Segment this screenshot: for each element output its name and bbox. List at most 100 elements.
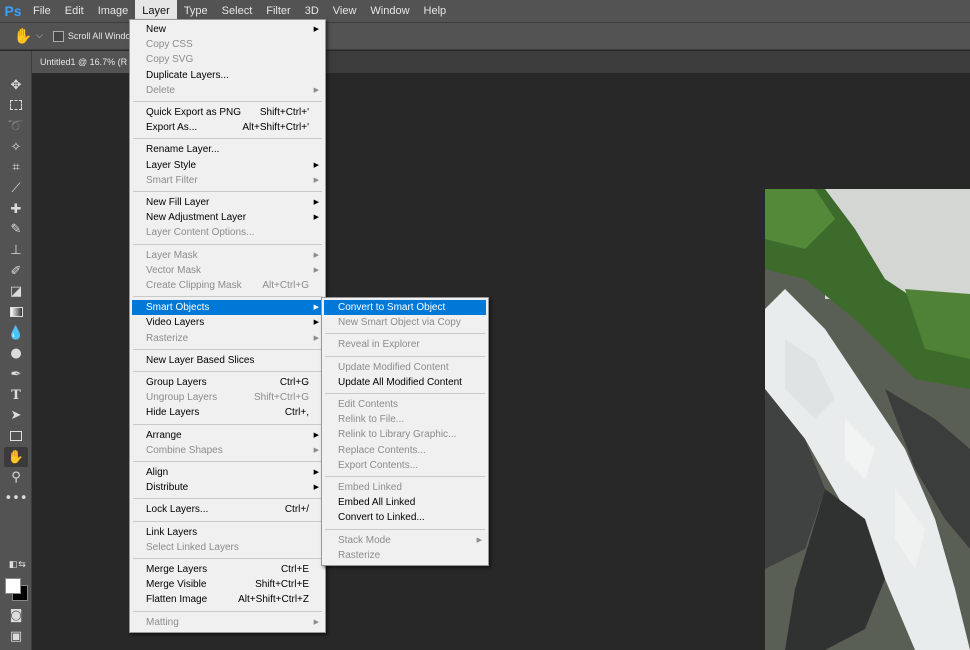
more-icon[interactable]: ••• bbox=[4, 488, 28, 508]
layer-menu-item-link-layers[interactable]: Link Layers bbox=[132, 525, 323, 540]
smart-menu-item-embed-linked[interactable]: Embed Linked bbox=[324, 480, 486, 495]
layer-menu-item-new-adjustment-layer[interactable]: New Adjustment Layer ▶ bbox=[132, 210, 323, 225]
eyedropper-icon[interactable]: ⟋ bbox=[4, 178, 28, 198]
layer-menu-item-new-fill-layer[interactable]: New Fill Layer ▶ bbox=[132, 195, 323, 210]
menu-item-label: Rasterize bbox=[338, 549, 381, 561]
layer-menu-item-layer-content-options[interactable]: Layer Content Options... bbox=[132, 225, 323, 240]
menu-file[interactable]: File bbox=[26, 0, 58, 22]
menu-window[interactable]: Window bbox=[363, 0, 416, 22]
submenu-arrow-icon: ▶ bbox=[313, 618, 319, 626]
layer-menu-item-rasterize[interactable]: Rasterize ▶ bbox=[132, 331, 323, 346]
layer-menu-item-group-layers[interactable]: Group Layers Ctrl+G bbox=[132, 375, 323, 390]
menu-item-label: Lock Layers... bbox=[146, 504, 209, 516]
layer-menu-item-merge-visible[interactable]: Merge Visible Shift+Ctrl+E bbox=[132, 577, 323, 592]
layer-menu-item-create-clipping-mask[interactable]: Create Clipping Mask Alt+Ctrl+G bbox=[132, 278, 323, 293]
blur-icon[interactable]: 💧 bbox=[4, 323, 28, 343]
stamp-icon[interactable]: ⊥ bbox=[4, 240, 28, 260]
scroll-all-windows-checkbox[interactable] bbox=[52, 30, 64, 42]
smart-menu-item-export-contents[interactable]: Export Contents... bbox=[324, 458, 486, 473]
marquee-icon[interactable] bbox=[4, 95, 28, 115]
menu-item-label: Layer Style bbox=[146, 159, 197, 171]
menu-item-label: Stack Mode bbox=[338, 534, 391, 546]
layer-menu-item-hide-layers[interactable]: Hide Layers Ctrl+, bbox=[132, 405, 323, 420]
smart-menu-item-relink-to-library-graphic[interactable]: Relink to Library Graphic... bbox=[324, 427, 486, 442]
layer-menu-item-video-layers[interactable]: Video Layers ▶ bbox=[132, 315, 323, 330]
layer-menu-item-copy-svg[interactable]: Copy SVG bbox=[132, 52, 323, 67]
menu-item-label: Relink to Library Graphic... bbox=[338, 429, 457, 441]
layer-menu-item-rename-layer[interactable]: Rename Layer... bbox=[132, 142, 323, 157]
zoom-icon[interactable]: ⚲ bbox=[4, 467, 28, 487]
hand-icon[interactable]: ✋ bbox=[10, 26, 36, 46]
layer-menu-item-merge-layers[interactable]: Merge Layers Ctrl+E bbox=[132, 562, 323, 577]
layer-menu-item-layer-mask[interactable]: Layer Mask ▶ bbox=[132, 248, 323, 263]
chevron-down-icon[interactable]: ⌵ bbox=[36, 31, 43, 41]
gradient-icon[interactable] bbox=[4, 302, 28, 322]
submenu-arrow-icon: ▶ bbox=[313, 469, 319, 476]
menu-item-label: Flatten Image bbox=[146, 594, 208, 606]
layer-menu-item-distribute[interactable]: Distribute ▶ bbox=[132, 480, 323, 495]
smart-menu-item-convert-to-linked[interactable]: Convert to Linked... bbox=[324, 510, 486, 525]
menu-edit[interactable]: Edit bbox=[58, 0, 91, 22]
smart-menu-item-rasterize[interactable]: Rasterize bbox=[324, 548, 486, 563]
layer-menu-item-matting[interactable]: Matting ▶ bbox=[132, 615, 323, 630]
layer-menu-item-export-as[interactable]: Export As... Alt+Shift+Ctrl+' bbox=[132, 120, 323, 135]
smart-menu-item-edit-contents[interactable]: Edit Contents bbox=[324, 397, 486, 412]
submenu-arrow-icon: ▶ bbox=[313, 266, 319, 274]
smart-menu-item-update-all-modified-content[interactable]: Update All Modified Content bbox=[324, 375, 486, 390]
layer-menu-item-delete[interactable]: Delete ▶ bbox=[132, 83, 323, 98]
submenu-arrow-icon: ▶ bbox=[313, 214, 319, 222]
layer-menu-item-combine-shapes[interactable]: Combine Shapes ▶ bbox=[132, 443, 323, 458]
eraser-icon[interactable]: ◪ bbox=[4, 281, 28, 301]
lasso-icon[interactable]: ➰ bbox=[4, 116, 28, 136]
layer-menu-item-flatten-image[interactable]: Flatten Image Alt+Shift+Ctrl+Z bbox=[132, 592, 323, 607]
history-brush-icon[interactable]: ✐ bbox=[4, 261, 28, 281]
type-icon[interactable]: T bbox=[4, 385, 28, 405]
layer-menu-item-ungroup-layers[interactable]: Ungroup Layers Shift+Ctrl+G bbox=[132, 390, 323, 405]
layer-menu-item-copy-css[interactable]: Copy CSS bbox=[132, 37, 323, 52]
smart-menu-item-reveal-in-explorer[interactable]: Reveal in Explorer bbox=[324, 337, 486, 352]
menu-item-label: Convert to Linked... bbox=[338, 512, 425, 524]
layer-menu-item-layer-style[interactable]: Layer Style ▶ bbox=[132, 158, 323, 173]
smart-menu-item-relink-to-file[interactable]: Relink to File... bbox=[324, 412, 486, 427]
smart-menu-item-update-modified-content[interactable]: Update Modified Content bbox=[324, 360, 486, 375]
smart-menu-item-convert-to-smart-object[interactable]: Convert to Smart Object bbox=[324, 300, 486, 315]
menu-item-label: New Smart Object via Copy bbox=[338, 317, 461, 329]
document-tab[interactable]: Untitled1 @ 16.7% (R bbox=[32, 51, 140, 73]
dodge-icon[interactable]: ● bbox=[4, 343, 28, 363]
smart-menu-item-replace-contents[interactable]: Replace Contents... bbox=[324, 443, 486, 458]
layer-menu-item-quick-export-as-png[interactable]: Quick Export as PNG Shift+Ctrl+' bbox=[132, 105, 323, 120]
pen-icon[interactable]: ✒ bbox=[4, 364, 28, 384]
layer-menu-item-smart-objects[interactable]: Smart Objects ▶ bbox=[132, 300, 323, 316]
hand-icon[interactable]: ✋ bbox=[4, 447, 28, 467]
rectangle-icon[interactable] bbox=[4, 426, 28, 446]
menu-item-shortcut: Shift+Ctrl+E bbox=[255, 579, 309, 591]
magic-wand-icon[interactable]: ✧ bbox=[4, 137, 28, 157]
quick-mask-icon[interactable] bbox=[4, 561, 28, 581]
layer-menu-item-new-layer-based-slices[interactable]: New Layer Based Slices bbox=[132, 353, 323, 368]
smart-menu-item-new-smart-object-via-copy[interactable]: New Smart Object via Copy bbox=[324, 315, 486, 330]
menu-item-label: Merge Layers bbox=[146, 564, 208, 575]
menu-item-label: Export As... bbox=[146, 122, 198, 134]
healing-icon[interactable]: ✚ bbox=[4, 199, 28, 219]
smart-menu-item-separator bbox=[325, 355, 485, 357]
path-select-icon[interactable]: ➤ bbox=[4, 405, 28, 425]
smart-menu-item-embed-all-linked[interactable]: Embed All Linked bbox=[324, 495, 486, 510]
brush-icon[interactable]: ✎ bbox=[4, 219, 28, 239]
smart-menu-item-stack-mode[interactable]: Stack Mode ▶ bbox=[324, 533, 486, 548]
layer-menu-item-smart-filter[interactable]: Smart Filter ▶ bbox=[132, 173, 323, 188]
layer-menu-item-select-linked-layers[interactable]: Select Linked Layers bbox=[132, 540, 323, 555]
layer-menu-item-vector-mask[interactable]: Vector Mask ▶ bbox=[132, 263, 323, 278]
layer-menu-item-new[interactable]: New ▶ bbox=[132, 22, 323, 37]
move-icon[interactable]: ✥ bbox=[4, 75, 28, 95]
layer-menu-item-lock-layers[interactable]: Lock Layers... Ctrl+/ bbox=[132, 502, 323, 517]
layer-menu-item-arrange[interactable]: Arrange ▶ bbox=[132, 428, 323, 443]
submenu-arrow-icon: ▶ bbox=[313, 334, 319, 342]
screen-mode-icon[interactable]: ▣ bbox=[4, 626, 28, 646]
layer-menu-item-align[interactable]: Align ▶ bbox=[132, 465, 323, 480]
layer-menu-item-duplicate-layers[interactable]: Duplicate Layers... bbox=[132, 68, 323, 83]
menu-item-label: Hide Layers bbox=[146, 407, 200, 419]
menu-view[interactable]: View bbox=[326, 0, 364, 22]
quick-mask-mode-icon[interactable]: ◙ bbox=[4, 605, 28, 625]
crop-icon[interactable]: ⌗ bbox=[4, 157, 28, 177]
menu-help[interactable]: Help bbox=[417, 0, 454, 22]
